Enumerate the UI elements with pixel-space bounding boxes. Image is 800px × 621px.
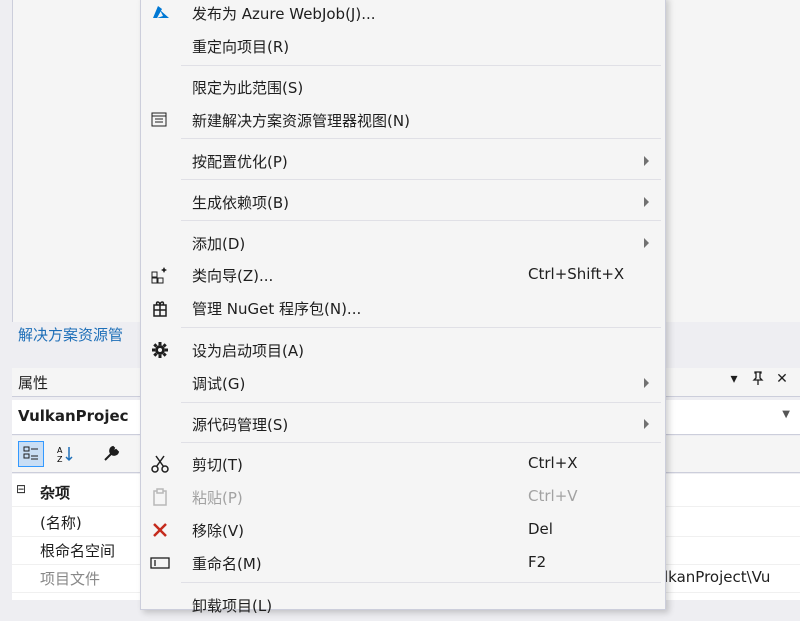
collapse-icon[interactable]: ⊟ (16, 482, 26, 496)
menu-item-add[interactable]: 添加(D) (141, 227, 663, 259)
context-menu: 发布为 Azure WebJob(J)... 重定向项目(R) 限定为此范围(S… (140, 0, 666, 615)
menu-separator (181, 327, 661, 328)
menu-item-label: 设为启动项目(A) (192, 342, 304, 360)
menu-item-publish-azure-webjob[interactable]: 发布为 Azure WebJob(J)... (141, 0, 663, 29)
menu-item-source-control[interactable]: 源代码管理(S) (141, 408, 663, 440)
menu-item-unload-project[interactable]: 卸载项目(L) (141, 589, 663, 621)
menu-item-label: 管理 NuGet 程序包(N)... (192, 300, 362, 318)
categorized-icon[interactable] (18, 441, 44, 467)
object-name: VulkanProjec (18, 407, 129, 425)
menu-item-label: 限定为此范围(S) (192, 79, 304, 97)
menu-item-label: 卸载项目(L) (192, 597, 273, 615)
menu-separator (181, 65, 661, 66)
menu-item-shortcut: Ctrl+X (528, 454, 578, 472)
sort-alpha-icon[interactable]: AZ (52, 441, 78, 467)
menu-item-set-as-startup[interactable]: 设为启动项目(A) (141, 334, 663, 366)
menu-item-profile-guided-optimization[interactable]: 按配置优化(P) (141, 145, 663, 177)
menu-item-retarget-project[interactable]: 重定向项目(R) (141, 30, 663, 62)
menu-item-debug[interactable]: 调试(G) (141, 367, 663, 399)
menu-item-label: 调试(G) (192, 375, 246, 393)
menu-item-remove[interactable]: 移除(V) Del (141, 514, 663, 546)
menu-item-label: 类向导(Z)... (192, 267, 274, 285)
paste-icon (149, 487, 171, 507)
menu-item-shortcut: Ctrl+Shift+X (528, 265, 625, 283)
menu-item-label: 发布为 Azure WebJob(J)... (192, 5, 376, 23)
chevron-down-icon[interactable]: ▼ (782, 409, 790, 420)
menu-item-class-wizard[interactable]: 类向导(Z)... Ctrl+Shift+X (141, 259, 663, 291)
menu-separator (181, 138, 661, 139)
menu-item-rename[interactable]: 重命名(M) F2 (141, 547, 663, 579)
menu-item-label: 重命名(M) (192, 555, 262, 573)
menu-item-label: 按配置优化(P) (192, 153, 288, 171)
menu-item-label: 重定向项目(R) (192, 38, 290, 56)
class-wizard-icon (149, 265, 171, 285)
menu-item-label: 新建解决方案资源管理器视图(N) (192, 112, 410, 130)
menu-item-shortcut: F2 (528, 553, 547, 571)
submenu-arrow-icon (644, 156, 649, 166)
menu-separator (181, 179, 661, 180)
submenu-arrow-icon (644, 238, 649, 248)
svg-text:A: A (57, 446, 63, 455)
menu-separator (181, 582, 661, 583)
menu-item-label: 生成依赖项(B) (192, 194, 289, 212)
properties-title: 属性 (18, 374, 49, 392)
menu-item-cut[interactable]: 剪切(T) Ctrl+X (141, 448, 663, 480)
property-name: (名称) (40, 514, 82, 532)
menu-separator (181, 402, 661, 403)
menu-item-label: 移除(V) (192, 522, 244, 540)
wrench-icon[interactable] (98, 441, 124, 467)
scissors-icon (149, 454, 171, 474)
menu-item-label: 粘贴(P) (192, 489, 243, 507)
dropdown-icon[interactable]: ▾ (726, 371, 742, 389)
nuget-icon (149, 298, 171, 318)
menu-separator (181, 220, 661, 221)
gear-icon (149, 340, 171, 360)
menu-item-label: 剪切(T) (192, 456, 243, 474)
menu-item-label: 添加(D) (192, 235, 246, 253)
submenu-arrow-icon (644, 419, 649, 429)
menu-item-new-solution-explorer-view[interactable]: 新建解决方案资源管理器视图(N) (141, 104, 663, 136)
menu-item-scope-to-this[interactable]: 限定为此范围(S) (141, 71, 663, 103)
pin-icon[interactable] (750, 371, 766, 389)
rename-icon (149, 553, 171, 573)
submenu-arrow-icon (644, 197, 649, 207)
svg-text:Z: Z (57, 455, 63, 463)
property-name: 项目文件 (40, 570, 101, 588)
menu-item-manage-nuget[interactable]: 管理 NuGet 程序包(N)... (141, 292, 663, 324)
solution-explorer-tab[interactable]: 解决方案资源管 (18, 324, 123, 345)
close-icon[interactable]: ✕ (774, 371, 790, 389)
menu-item-shortcut: Ctrl+V (528, 487, 578, 505)
menu-item-shortcut: Del (528, 520, 553, 538)
menu-item-build-dependencies[interactable]: 生成依赖项(B) (141, 186, 663, 218)
property-value: lkanProject\Vu (664, 568, 771, 586)
azure-icon (149, 3, 171, 23)
remove-icon (149, 520, 171, 540)
submenu-arrow-icon (644, 378, 649, 388)
menu-item-label: 源代码管理(S) (192, 416, 289, 434)
category-label: 杂项 (40, 484, 71, 502)
menu-separator (181, 442, 661, 443)
menu-item-paste[interactable]: 粘贴(P) Ctrl+V (141, 481, 663, 513)
new-view-icon (149, 110, 171, 130)
property-name: 根命名空间 (40, 542, 116, 560)
